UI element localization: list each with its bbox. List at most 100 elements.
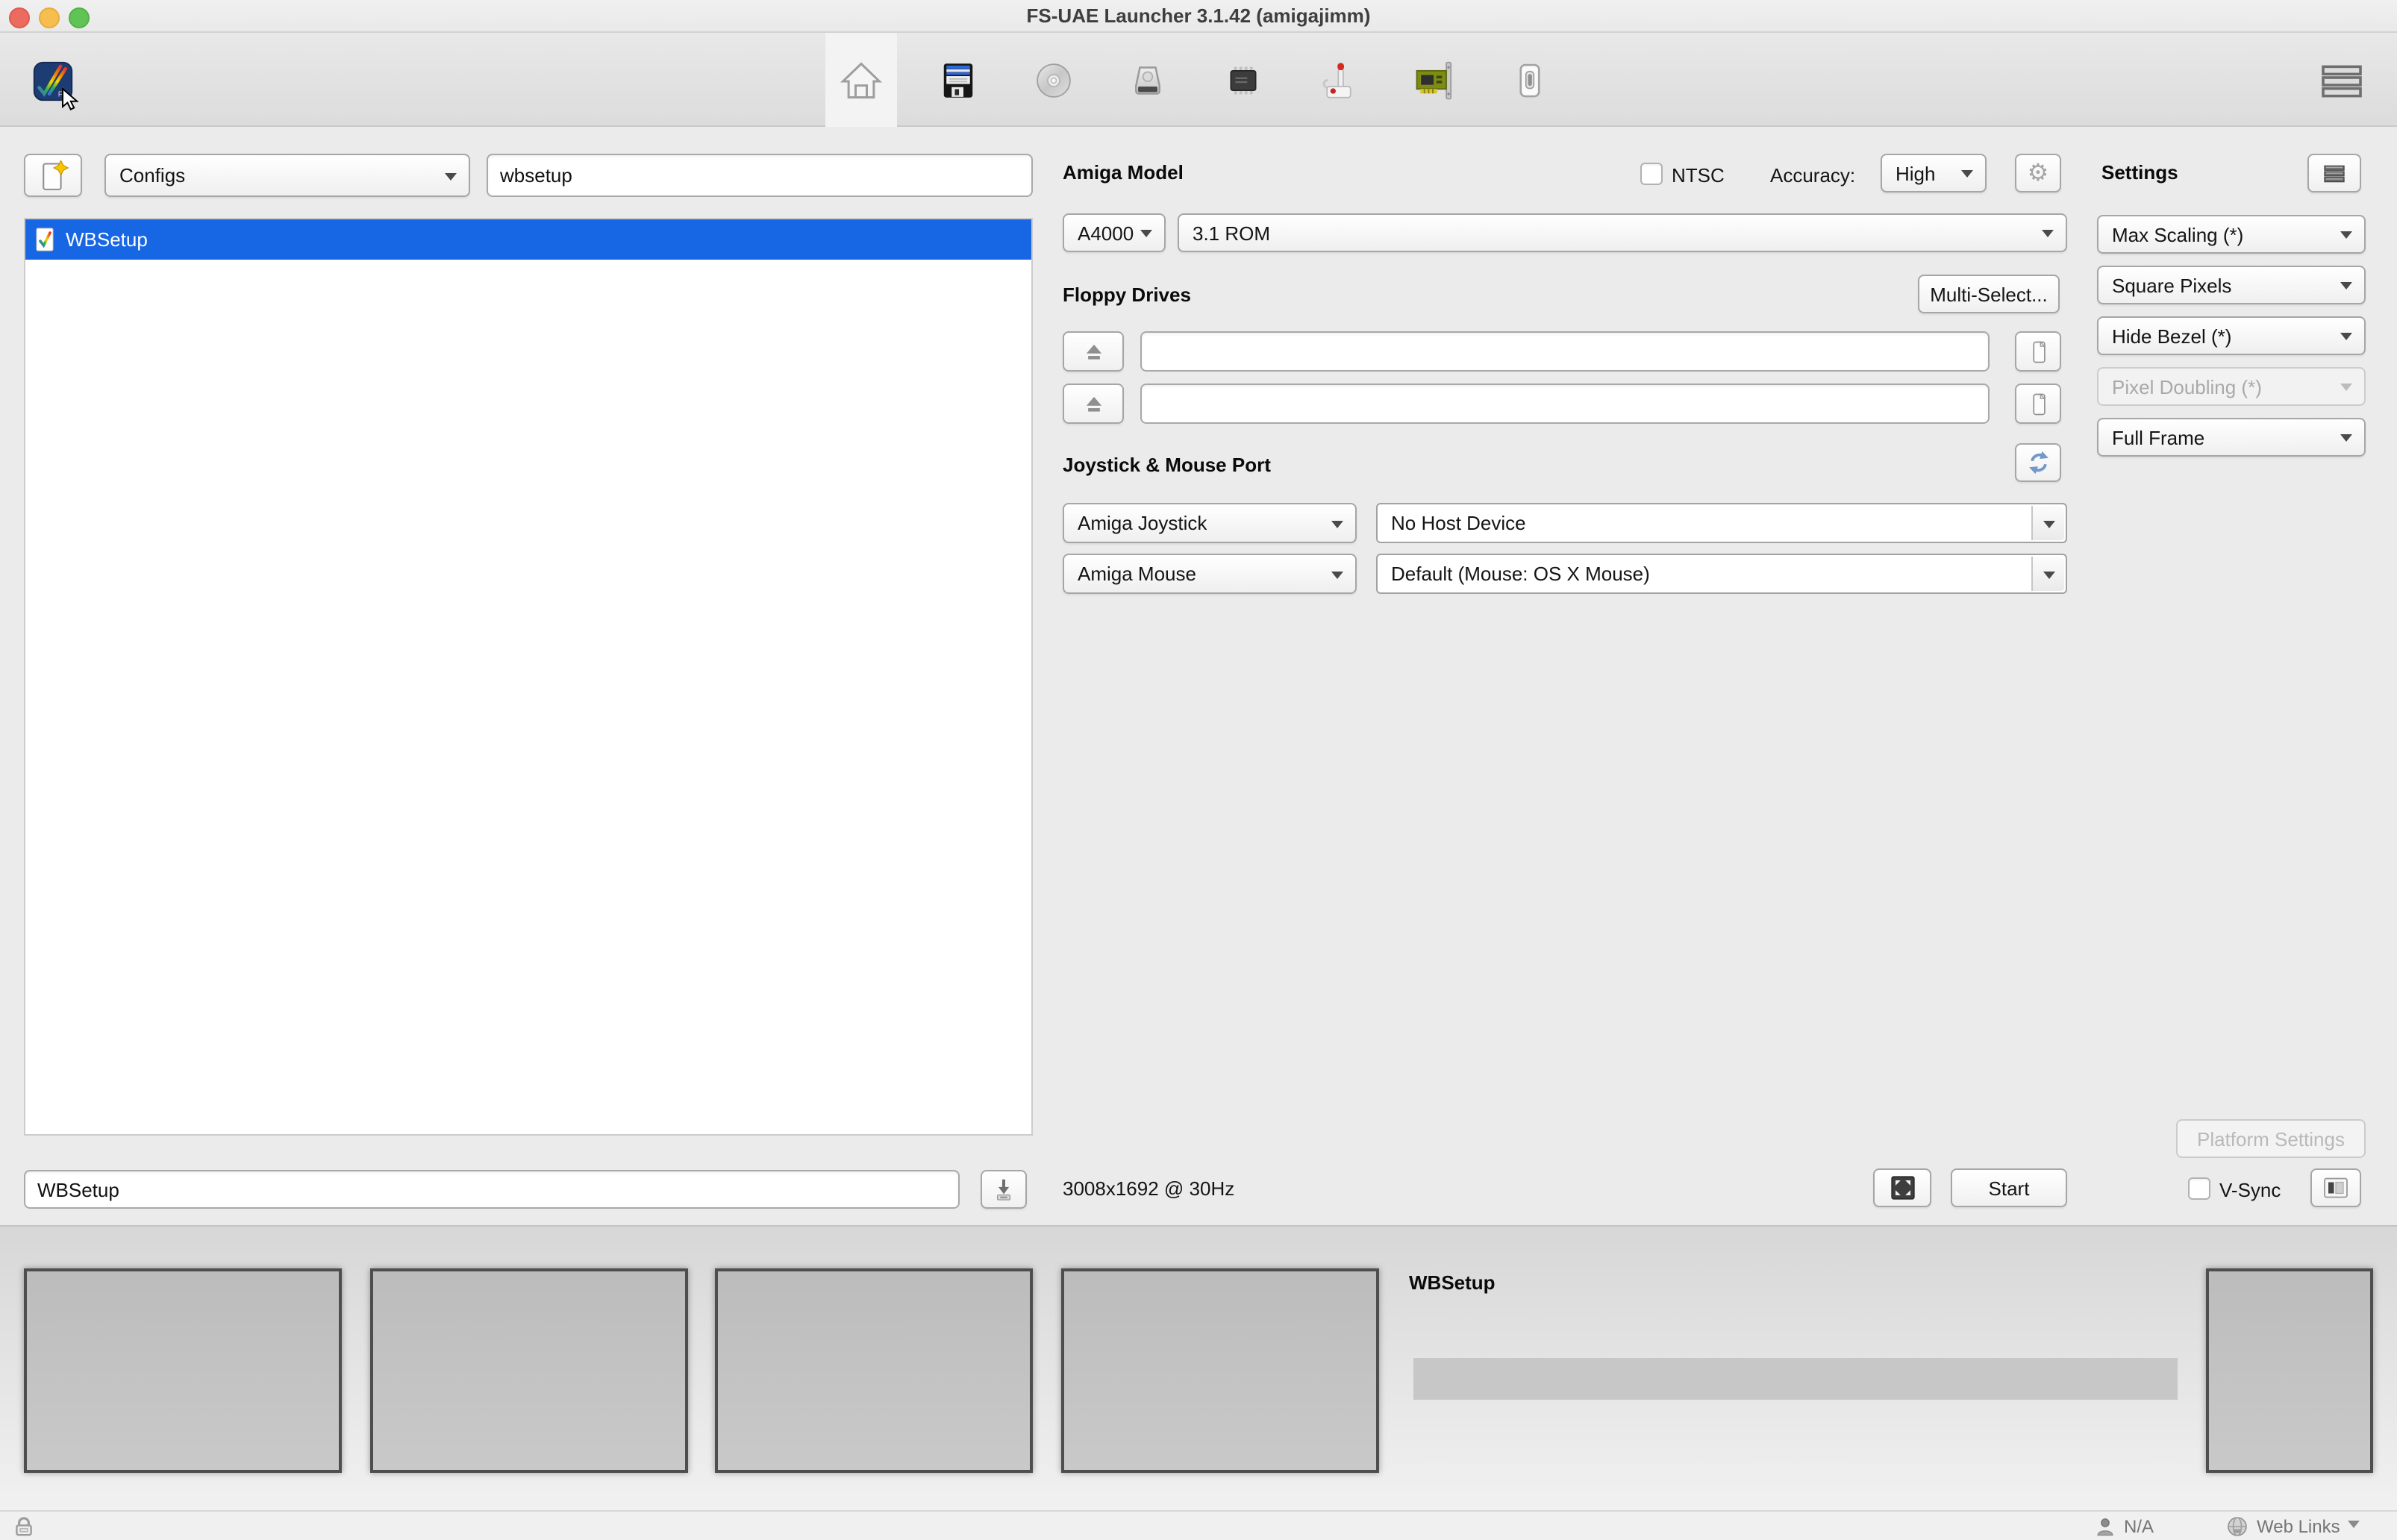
floppy-0-browse-button[interactable] — [2015, 331, 2061, 372]
floppy-1-eject-button[interactable] — [1063, 384, 1124, 424]
new-config-icon — [37, 156, 69, 195]
vsync-checkbox[interactable] — [2188, 1177, 2210, 1200]
start-button[interactable]: Start — [1951, 1168, 2067, 1207]
web-links-label: Web Links — [2257, 1516, 2340, 1537]
config-summary-bar — [1413, 1358, 2178, 1400]
setting-doubling-select: Pixel Doubling (*) — [2097, 367, 2366, 406]
hamburger-icon — [2319, 62, 2364, 99]
gear-icon: ⚙ — [2028, 158, 2049, 188]
floppy-0-eject-button[interactable] — [1063, 331, 1124, 372]
tab-home[interactable] — [825, 33, 897, 127]
screenshot-placeholder-4 — [1061, 1268, 1379, 1473]
port-1-mode-select[interactable]: Amiga Mouse — [1063, 554, 1357, 594]
config-name-input[interactable] — [24, 1170, 960, 1209]
screenshot-placeholder-3 — [715, 1268, 1033, 1473]
chevron-down-icon — [1331, 520, 1343, 533]
settings-header: Settings — [2101, 161, 2178, 184]
setting-bezel-select[interactable]: Hide Bezel (*) — [2097, 316, 2366, 355]
vsync-label: V-Sync — [2219, 1179, 2281, 1201]
platform-settings-label: Platform Settings — [2197, 1127, 2345, 1150]
accuracy-select[interactable]: High — [1881, 154, 1987, 192]
port-1-device-select[interactable]: Default (Mouse: OS X Mouse) — [1376, 554, 2067, 594]
document-browse-icon — [2025, 337, 2051, 366]
cd-rom-icon — [1033, 59, 1075, 101]
setting-frame-select[interactable]: Full Frame — [2097, 418, 2366, 457]
home-icon — [839, 57, 884, 102]
login-status-text: N/A — [2124, 1516, 2154, 1537]
tab-cd-roms[interactable] — [1018, 33, 1090, 127]
screenshot-placeholder-1 — [24, 1268, 342, 1473]
amiga-model-header: Amiga Model — [1063, 161, 1184, 184]
config-list-item-label: WBSetup — [66, 228, 148, 251]
setting-scaling-select[interactable]: Max Scaling (*) — [2097, 215, 2366, 254]
chevron-down-icon — [2348, 1520, 2360, 1533]
refresh-devices-button[interactable] — [2015, 443, 2061, 482]
setting-bezel-value: Hide Bezel (*) — [2112, 325, 2231, 347]
tab-floppy-drives[interactable] — [922, 33, 994, 127]
amiga-model-value: A4000 — [1078, 222, 1134, 244]
eject-icon — [1080, 338, 1107, 365]
fullscreen-icon — [1887, 1173, 1917, 1203]
joystick-mouse-header: Joystick & Mouse Port — [1063, 454, 1271, 476]
config-list[interactable]: WBSetup — [24, 218, 1033, 1136]
floppy-1-path-input[interactable] — [1140, 384, 1990, 424]
user-icon — [2094, 1515, 2116, 1538]
list-icon — [2319, 159, 2349, 187]
hard-drive-icon — [1127, 59, 1169, 101]
screenshot-placeholder-2 — [370, 1268, 688, 1473]
floppy-1-browse-button[interactable] — [2015, 384, 2061, 424]
port-0-mode-value: Amiga Joystick — [1078, 512, 1207, 534]
title-bar: FS-UAE Launcher 3.1.42 (amigajimm) — [0, 0, 2397, 33]
chevron-down-icon — [2043, 571, 2055, 584]
tab-expansions[interactable] — [1398, 33, 1470, 127]
config-document-icon — [33, 227, 57, 252]
mouse-cursor — [61, 88, 81, 110]
setting-scaling-value: Max Scaling (*) — [2112, 223, 2243, 245]
save-config-button[interactable] — [981, 1170, 1027, 1209]
accuracy-value: High — [1896, 162, 1936, 184]
chevron-down-icon — [2340, 333, 2352, 346]
rom-value: 3.1 ROM — [1193, 222, 1270, 244]
chevron-down-icon — [2042, 230, 2054, 243]
ntsc-checkbox[interactable] — [1640, 163, 1663, 185]
config-type-value: Configs — [119, 164, 185, 187]
chevron-down-icon — [1331, 571, 1343, 584]
config-type-select[interactable]: Configs — [104, 154, 470, 197]
rom-select[interactable]: 3.1 ROM — [1178, 213, 2067, 252]
document-browse-icon — [2025, 389, 2051, 419]
tab-hard-drives[interactable] — [1112, 33, 1184, 127]
joystick-icon — [1318, 59, 1360, 101]
tab-additional-config[interactable] — [1494, 33, 1566, 127]
status-bar: N/A Web Links — [0, 1510, 2397, 1540]
fullscreen-toggle-button[interactable] — [1873, 1168, 1931, 1207]
chevron-down-icon — [2340, 231, 2352, 245]
setting-pixels-select[interactable]: Square Pixels — [2097, 266, 2366, 304]
model-settings-button[interactable]: ⚙ — [2015, 154, 2061, 192]
chevron-down-icon — [2043, 520, 2055, 533]
monitor-select-button[interactable] — [2310, 1168, 2361, 1207]
amiga-model-select[interactable]: A4000 — [1063, 213, 1166, 252]
settings-list-button[interactable] — [2307, 154, 2361, 192]
config-list-item-selected[interactable]: WBSetup — [25, 219, 1031, 260]
start-label: Start — [1989, 1177, 2030, 1199]
globe-icon — [2225, 1515, 2249, 1539]
port-1-device-value: Default (Mouse: OS X Mouse) — [1391, 563, 1650, 585]
web-links-dropdown[interactable]: Web Links — [2225, 1513, 2360, 1540]
tab-input-joystick[interactable] — [1303, 33, 1375, 127]
port-0-device-select[interactable]: No Host Device — [1376, 503, 2067, 543]
multi-select-button[interactable]: Multi-Select... — [1918, 275, 2060, 313]
accuracy-label: Accuracy: — [1770, 164, 1855, 187]
tab-rom-ram[interactable] — [1207, 33, 1279, 127]
screenshot-placeholder-5 — [2206, 1268, 2373, 1473]
login-status[interactable]: N/A — [2094, 1513, 2154, 1540]
setting-frame-value: Full Frame — [2112, 426, 2204, 448]
floppy-0-path-input[interactable] — [1140, 331, 1990, 372]
menu-button[interactable] — [2315, 61, 2369, 100]
new-config-button[interactable] — [24, 154, 82, 197]
config-search-input[interactable] — [487, 154, 1033, 197]
chevron-down-icon — [1140, 230, 1152, 243]
port-0-mode-select[interactable]: Amiga Joystick — [1063, 503, 1357, 543]
chevron-down-icon — [2340, 384, 2352, 397]
monitor-layout-icon — [2321, 1173, 2351, 1203]
expansion-card-icon — [1412, 57, 1457, 102]
